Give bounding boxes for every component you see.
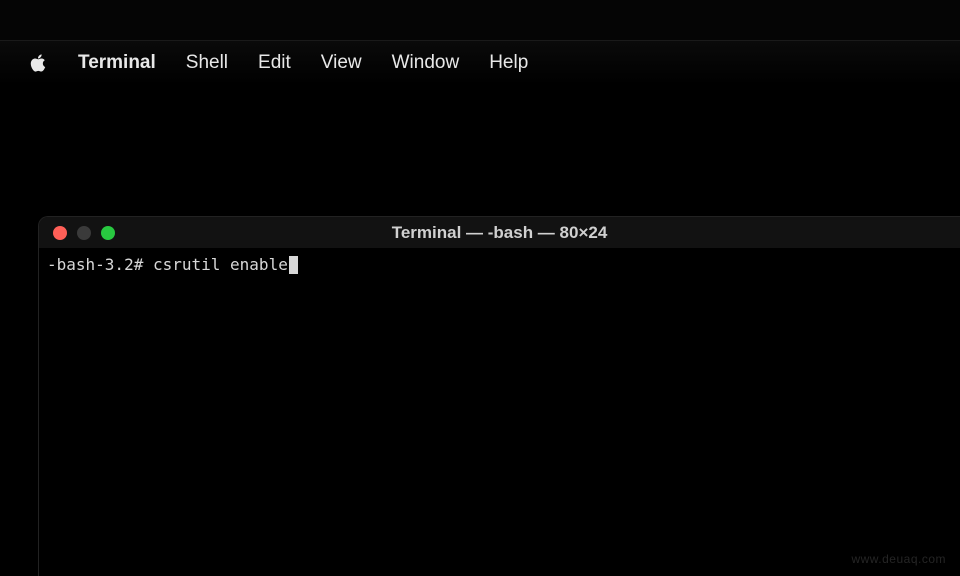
menu-view[interactable]: View	[321, 52, 362, 74]
prompt-line: -bash-3.2# csrutil enable	[47, 255, 952, 276]
watermark-text: www.deuaq.com	[851, 552, 946, 566]
desktop-screen: Terminal Shell Edit View Window Help Ter…	[0, 40, 960, 576]
window-title: Terminal — -bash — 80×24	[39, 223, 960, 243]
menu-terminal[interactable]: Terminal	[78, 52, 156, 74]
terminal-body[interactable]: -bash-3.2# csrutil enable	[39, 249, 960, 576]
menubar: Terminal Shell Edit View Window Help	[0, 41, 960, 85]
shell-command: csrutil enable	[153, 255, 288, 276]
menu-help[interactable]: Help	[489, 52, 528, 74]
minimize-button[interactable]	[77, 226, 91, 240]
maximize-button[interactable]	[101, 226, 115, 240]
shell-prompt: -bash-3.2#	[47, 255, 153, 276]
menu-edit[interactable]: Edit	[258, 52, 291, 74]
window-titlebar[interactable]: Terminal — -bash — 80×24	[39, 217, 960, 249]
traffic-lights	[39, 226, 115, 240]
menu-window[interactable]: Window	[392, 52, 460, 74]
menu-shell[interactable]: Shell	[186, 52, 228, 74]
close-button[interactable]	[53, 226, 67, 240]
cursor-icon	[289, 256, 298, 274]
terminal-window: Terminal — -bash — 80×24 -bash-3.2# csru…	[38, 216, 960, 576]
apple-menu-icon[interactable]	[28, 52, 48, 74]
